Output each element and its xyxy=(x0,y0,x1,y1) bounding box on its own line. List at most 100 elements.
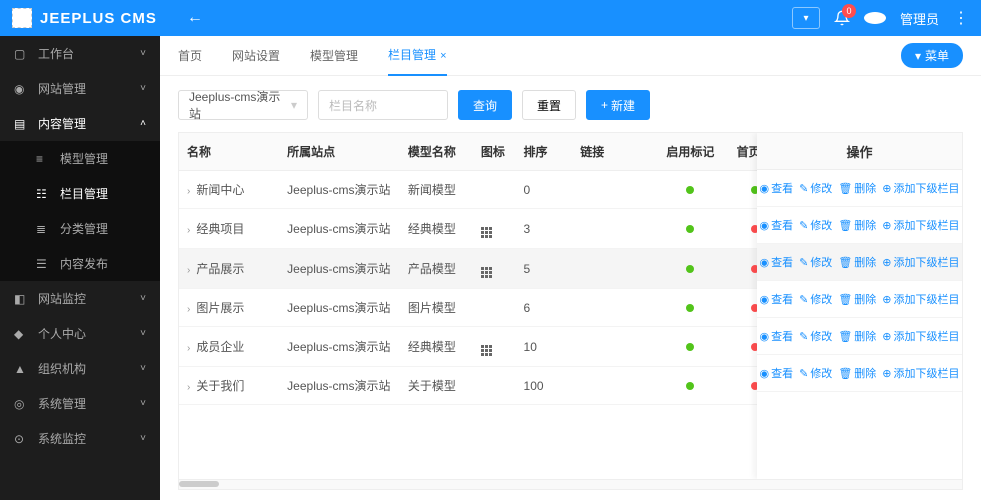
back-icon[interactable]: ← xyxy=(187,9,203,27)
delete-link[interactable]: 🗑删除 xyxy=(838,328,876,344)
action-row: ◉查看 ✎修改 🗑删除 ⊕添加下级栏目 xyxy=(757,170,962,207)
site-select[interactable]: Jeeplus-cms演示站 ▾ xyxy=(178,90,308,120)
sidebar-subitem-2[interactable]: ≣分类管理 xyxy=(0,211,160,246)
view-link[interactable]: ◉查看 xyxy=(759,180,793,196)
cell-model: 产品模型 xyxy=(400,249,473,289)
search-button[interactable]: 查询 xyxy=(458,90,512,120)
logo-placeholder-icon: ▣ xyxy=(12,8,32,28)
cell-icon xyxy=(473,367,516,405)
reset-button[interactable]: 重置 xyxy=(522,90,576,120)
plus-circle-icon: ⊕ xyxy=(882,293,891,306)
edit-link[interactable]: ✎修改 xyxy=(799,254,832,270)
more-icon[interactable]: ⋮ xyxy=(953,8,969,28)
sidebar-item-label: 模型管理 xyxy=(60,150,108,167)
plus-icon: + xyxy=(601,98,608,112)
col-site: 所属站点 xyxy=(279,133,400,171)
action-column: 操作 ◉查看✎修改🗑删除⊕添加下级栏目◉查看✎修改🗑删除⊕添加下级栏目◉查看✎修… xyxy=(757,133,962,479)
sidebar-item-label: 内容管理 xyxy=(38,115,86,132)
tab-1[interactable]: 网站设置 xyxy=(232,36,280,75)
delete-link[interactable]: 🗑删除 xyxy=(838,291,876,307)
sidebar-subitem-3[interactable]: ☰内容发布 xyxy=(0,246,160,281)
notifications-button[interactable]: 0 xyxy=(834,10,850,26)
cell-model: 新闻模型 xyxy=(400,171,473,209)
tab-3[interactable]: 栏目管理× xyxy=(388,36,446,76)
pencil-icon: ✎ xyxy=(799,293,808,306)
sidebar-item-0[interactable]: ▢工作台˅ xyxy=(0,36,160,71)
plus-circle-icon: ⊕ xyxy=(882,182,891,195)
cell-site: Jeeplus-cms演示站 xyxy=(279,171,400,209)
sidebar-item-4[interactable]: ◆个人中心˅ xyxy=(0,316,160,351)
menu-icon: ▲ xyxy=(14,362,28,376)
view-link[interactable]: ◉查看 xyxy=(759,217,793,233)
delete-link[interactable]: 🗑删除 xyxy=(838,254,876,270)
edit-link[interactable]: ✎修改 xyxy=(799,328,832,344)
expand-icon[interactable]: › xyxy=(187,265,190,276)
cell-site: Jeeplus-cms演示站 xyxy=(279,289,400,327)
tab-label: 模型管理 xyxy=(310,49,358,63)
trash-icon: 🗑 xyxy=(838,256,852,269)
tab-2[interactable]: 模型管理 xyxy=(310,36,358,75)
col-link: 链接 xyxy=(572,133,654,171)
sidebar-item-3[interactable]: ◧网站监控˅ xyxy=(0,281,160,316)
cell-icon xyxy=(473,327,516,367)
cell-link xyxy=(572,289,654,327)
eye-icon: ◉ xyxy=(759,182,769,195)
toolbar: Jeeplus-cms演示站 ▾ 栏目名称 查询 重置 +新建 xyxy=(160,76,981,132)
sidebar-item-7[interactable]: ⊙系统监控˅ xyxy=(0,421,160,456)
chevron-down-icon: ˅ xyxy=(140,83,146,94)
expand-icon[interactable]: › xyxy=(187,304,190,315)
sidebar-item-label: 网站监控 xyxy=(38,290,86,307)
menu-icon: ◆ xyxy=(14,327,28,341)
view-link[interactable]: ◉查看 xyxy=(759,328,793,344)
create-button[interactable]: +新建 xyxy=(586,90,650,120)
add-sub-link[interactable]: ⊕添加下级栏目 xyxy=(882,180,959,196)
chevron-down-icon: ˅ xyxy=(140,48,146,59)
edit-link[interactable]: ✎修改 xyxy=(799,217,832,233)
delete-link[interactable]: 🗑删除 xyxy=(838,180,876,196)
expand-icon[interactable]: › xyxy=(187,225,190,236)
horizontal-scrollbar[interactable] xyxy=(178,480,963,490)
cell-name: 关于我们 xyxy=(196,379,244,393)
delete-link[interactable]: 🗑删除 xyxy=(838,365,876,381)
theme-dropdown[interactable]: ▾ xyxy=(792,7,820,29)
cell-sort: 100 xyxy=(516,367,573,405)
expand-icon[interactable]: › xyxy=(187,382,190,393)
add-sub-link[interactable]: ⊕添加下级栏目 xyxy=(882,291,959,307)
cell-model: 经典模型 xyxy=(400,327,473,367)
menu-icon: ≡ xyxy=(36,152,50,166)
chevron-down-icon: ˅ xyxy=(140,433,146,444)
sidebar-subitem-0[interactable]: ≡ 模型管理 xyxy=(0,141,160,176)
chevron-down-icon: ˅ xyxy=(140,363,146,374)
add-sub-link[interactable]: ⊕添加下级栏目 xyxy=(882,365,959,381)
add-sub-link[interactable]: ⊕添加下级栏目 xyxy=(882,217,959,233)
view-link[interactable]: ◉查看 xyxy=(759,254,793,270)
add-sub-link[interactable]: ⊕添加下级栏目 xyxy=(882,254,959,270)
edit-link[interactable]: ✎修改 xyxy=(799,180,832,196)
sidebar-subitem-1[interactable]: ☷栏目管理 xyxy=(0,176,160,211)
menu-icon: ◉ xyxy=(14,82,28,96)
add-sub-link[interactable]: ⊕添加下级栏目 xyxy=(882,328,959,344)
expand-icon[interactable]: › xyxy=(187,186,190,197)
close-icon[interactable]: × xyxy=(440,50,446,62)
edit-link[interactable]: ✎修改 xyxy=(799,291,832,307)
chevron-up-icon: ˄ xyxy=(140,118,146,129)
sidebar-item-2[interactable]: ▤内容管理˄ xyxy=(0,106,160,141)
view-link[interactable]: ◉查看 xyxy=(759,291,793,307)
delete-link[interactable]: 🗑删除 xyxy=(838,217,876,233)
column-name-input[interactable]: 栏目名称 xyxy=(318,90,448,120)
edit-link[interactable]: ✎修改 xyxy=(799,365,832,381)
view-link[interactable]: ◉查看 xyxy=(759,365,793,381)
tab-0[interactable]: 首页 xyxy=(178,36,202,75)
sidebar-item-5[interactable]: ▲ 组织机构 ˅ xyxy=(0,351,160,386)
sidebar-item-1[interactable]: ◉网站管理˅ xyxy=(0,71,160,106)
user-name[interactable]: 管理员 xyxy=(900,9,939,28)
expand-icon[interactable]: › xyxy=(187,343,190,354)
menu-icon: ≣ xyxy=(36,222,50,236)
cell-name: 图片展示 xyxy=(196,301,244,315)
trash-icon: 🗑 xyxy=(838,182,852,195)
cell-site: Jeeplus-cms演示站 xyxy=(279,327,400,367)
menu-button[interactable]: ▾菜单 xyxy=(901,43,963,68)
avatar[interactable] xyxy=(864,12,886,24)
sidebar-item-6[interactable]: ◎系统管理˅ xyxy=(0,386,160,421)
sidebar-item-label: 组织机构 xyxy=(38,360,86,377)
